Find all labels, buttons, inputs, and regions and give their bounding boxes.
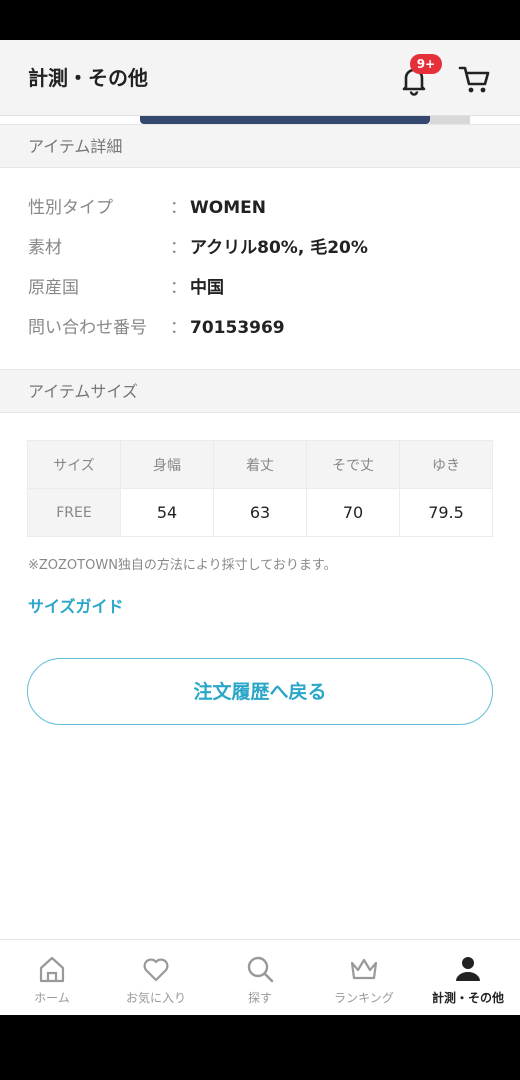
detail-colon: ：	[170, 278, 187, 298]
system-nav-bar	[0, 1015, 520, 1080]
table-row: FREE 54 63 70 79.5	[27, 488, 493, 537]
nav-item-mypage[interactable]: 計測・その他	[416, 940, 520, 1015]
cart-icon[interactable]	[458, 64, 492, 96]
nav-label: ランキング	[334, 991, 394, 1005]
size-cell: 70	[306, 488, 400, 537]
nav-item-search[interactable]: 探す	[208, 940, 312, 1015]
size-cell: 79.5	[399, 488, 493, 537]
detail-value: WOMEN	[190, 198, 266, 218]
nav-item-home[interactable]: ホーム	[0, 940, 104, 1015]
detail-row-inquiry-number: 問い合わせ番号 ： 70153969	[0, 308, 520, 348]
detail-label: 原産国	[28, 278, 79, 298]
size-col-header: そで丈	[306, 440, 400, 489]
search-icon	[247, 956, 274, 983]
detail-colon: ：	[170, 318, 187, 338]
detail-value: 中国	[190, 278, 224, 298]
size-guide-link[interactable]: サイズガイド	[28, 596, 124, 618]
detail-colon: ：	[170, 198, 187, 218]
item-details-title: アイテム詳細	[28, 137, 123, 156]
app-header: 計測・その他 9+	[0, 40, 520, 116]
product-image-peek	[140, 116, 430, 124]
size-table: サイズ 身幅 着丈 そで丈 ゆき FREE 54 63 70 79.5	[27, 440, 493, 537]
detail-row-gender: 性別タイプ ： WOMEN	[0, 188, 520, 228]
heart-icon	[143, 958, 169, 982]
size-cell: 54	[120, 488, 214, 537]
crown-icon	[350, 958, 378, 980]
person-icon	[456, 957, 480, 981]
notification-badge: 9+	[410, 54, 442, 74]
item-size-title: アイテムサイズ	[28, 382, 138, 401]
page-title: 計測・その他	[28, 66, 148, 90]
bottom-nav: ホーム お気に入り 探す ランキング 計測・その他	[0, 939, 520, 1015]
nav-label: ホーム	[34, 991, 70, 1005]
home-icon	[39, 956, 65, 983]
detail-row-origin: 原産国 ： 中国	[0, 268, 520, 308]
size-cell-name: FREE	[27, 488, 121, 537]
size-col-header: ゆき	[399, 440, 493, 489]
detail-value: 70153969	[190, 318, 285, 338]
detail-label: 問い合わせ番号	[28, 318, 147, 338]
screen: 計測・その他 9+ アイテム詳細 性別タイプ ： WOMEN 素材 ： アクリル…	[0, 40, 520, 1015]
product-image-peek-next	[430, 116, 470, 124]
detail-row-material: 素材 ： アクリル80%, 毛20%	[0, 228, 520, 268]
size-cell: 63	[213, 488, 307, 537]
nav-item-ranking[interactable]: ランキング	[312, 940, 416, 1015]
nav-label: 計測・その他	[431, 991, 504, 1005]
nav-label: 探す	[247, 991, 272, 1005]
nav-item-favorites[interactable]: お気に入り	[104, 940, 208, 1015]
back-to-order-history-button[interactable]: 注文履歴へ戻る	[27, 658, 493, 725]
size-col-header: サイズ	[27, 440, 121, 489]
item-size-header: アイテムサイズ	[0, 369, 520, 413]
detail-label: 性別タイプ	[28, 198, 113, 218]
detail-label: 素材	[28, 238, 62, 258]
size-col-header: 着丈	[213, 440, 307, 489]
size-table-header-row: サイズ 身幅 着丈 そで丈 ゆき	[27, 440, 493, 489]
size-col-header: 身幅	[120, 440, 214, 489]
nav-label: お気に入り	[125, 991, 186, 1005]
status-bar	[0, 0, 520, 40]
measurement-note: ※ZOZOTOWN独自の方法により採寸しております。	[28, 558, 337, 573]
detail-colon: ：	[170, 238, 187, 258]
item-details-header: アイテム詳細	[0, 124, 520, 168]
detail-value: アクリル80%, 毛20%	[190, 238, 368, 258]
